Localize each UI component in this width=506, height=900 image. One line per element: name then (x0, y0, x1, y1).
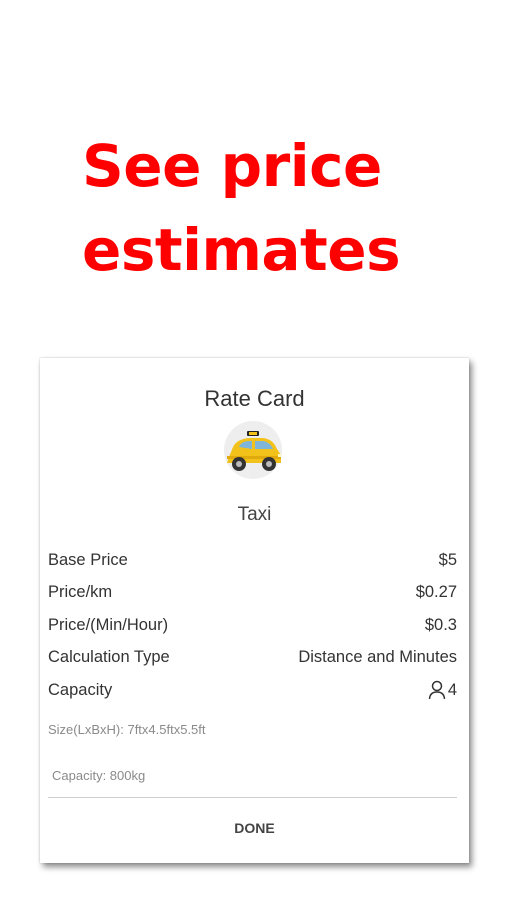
promo-headline: See price estimates (82, 132, 401, 284)
page: See price estimates Rate Card Taxi Base … (0, 0, 506, 900)
rate-list: Base Price $5 Price/km $0.27 Price/(Min/… (48, 544, 457, 707)
rate-value: $5 (438, 550, 457, 569)
taxi-car-icon (224, 421, 282, 479)
rate-row-price-km: Price/km $0.27 (48, 577, 457, 610)
rate-row-calculation-type: Calculation Type Distance and Minutes (48, 642, 457, 675)
rate-value: $0.27 (415, 583, 457, 602)
rate-label: Price/km (48, 583, 113, 602)
rate-row-capacity: Capacity 4 (48, 674, 457, 707)
vehicle-name: Taxi (237, 504, 272, 525)
vehicle-capacity-text: Capacity: 800kg (52, 768, 146, 783)
capacity-value-group: 4 (428, 680, 457, 700)
rate-card-dialog: Rate Card Taxi Base Price $5 Price/km $0… (40, 358, 469, 863)
rate-label: Calculation Type (48, 648, 170, 667)
rate-label: Base Price (48, 550, 128, 569)
rate-value: Distance and Minutes (298, 648, 457, 667)
rate-value: 4 (447, 680, 457, 699)
person-icon (428, 681, 446, 700)
rate-card-title: Rate Card (204, 386, 305, 411)
divider (48, 797, 457, 798)
done-button[interactable]: DONE (40, 810, 469, 844)
vehicle-size-text: Size(LxBxH): 7ftx4.5ftx5.5ft (48, 722, 206, 737)
rate-row-base-price: Base Price $5 (48, 544, 457, 577)
rate-value: $0.3 (424, 615, 457, 634)
rate-label: Capacity (48, 680, 113, 699)
rate-row-price-time: Price/(Min/Hour) $0.3 (48, 609, 457, 642)
rate-label: Price/(Min/Hour) (48, 615, 169, 634)
